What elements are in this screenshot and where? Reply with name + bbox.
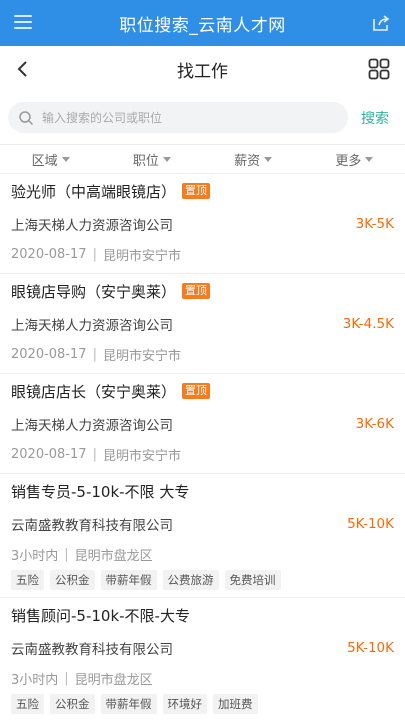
benefit-tags: 五险 公积金 带薪年假 环境好 加班费 [11, 692, 394, 722]
pinned-badge: 置顶 [182, 183, 211, 199]
filter-region[interactable]: 区域 [0, 145, 101, 173]
job-item[interactable]: 销售顾问-5-10k-不限-大专 云南盛教教育科技有限公司 5K-10K 3小时内… [0, 598, 405, 722]
company-name: 云南盛教教育科技有限公司 [11, 518, 173, 534]
job-title: 眼镜店导购（安宁奥莱） [11, 282, 177, 301]
job-title: 销售顾问-5-10k-不限-大专 [11, 606, 190, 625]
benefit-tag: 五险 [11, 570, 44, 590]
pinned-badge: 置顶 [182, 283, 211, 299]
job-location: 昆明市盘龙区 [74, 672, 153, 688]
salary: 5K-10K [347, 640, 394, 656]
divider: | [64, 670, 69, 686]
benefit-tag: 公费旅游 [162, 570, 219, 590]
pinned-badge: 置顶 [182, 383, 211, 399]
triangle-down-icon [61, 156, 70, 162]
benefit-tag: 带薪年假 [100, 694, 157, 714]
post-date: 3小时内 [11, 672, 59, 688]
job-list: 验光师（中高端眼镜店） 置顶 上海天梯人力资源咨询公司 3K-5K 2020-08-… [0, 174, 405, 722]
benefit-tag: 带薪年假 [100, 570, 157, 590]
job-location: 昆明市安宁市 [102, 448, 181, 464]
company-name: 上海天梯人力资源咨询公司 [11, 218, 173, 234]
salary: 3K-5K [355, 216, 394, 232]
job-location: 昆明市安宁市 [102, 248, 181, 264]
search-icon [19, 110, 34, 125]
back-icon[interactable] [12, 58, 34, 80]
filter-label: 更多 [335, 153, 362, 169]
company-name: 云南盛教教育科技有限公司 [11, 642, 173, 658]
menu-icon[interactable] [14, 15, 32, 31]
nav-bar: 找工作 [0, 46, 405, 92]
benefit-tag: 公积金 [50, 570, 95, 590]
post-date: 2020-08-17 [11, 246, 87, 262]
job-item[interactable]: 销售专员-5-10k-不限 大专 云南盛教教育科技有限公司 5K-10K 3小时内… [0, 474, 405, 598]
search-box[interactable] [8, 102, 348, 133]
benefit-tag: 免费培训 [224, 570, 281, 590]
divider: | [92, 246, 97, 262]
page-title: 找工作 [177, 61, 228, 82]
post-date: 2020-08-17 [11, 446, 87, 462]
filter-label: 职位 [132, 153, 159, 169]
filter-salary[interactable]: 薪资 [203, 145, 304, 173]
benefit-tags: 五险 公积金 带薪年假 公费旅游 免费培训 [11, 568, 394, 598]
benefit-tag: 公积金 [50, 694, 95, 714]
job-location: 昆明市盘龙区 [74, 548, 153, 564]
search-input[interactable] [42, 110, 332, 125]
grid-icon[interactable] [368, 58, 390, 80]
filter-bar: 区域 职位 薪资 更多 [0, 144, 405, 174]
filter-more[interactable]: 更多 [304, 145, 405, 173]
filter-label: 区域 [31, 153, 58, 169]
share-icon[interactable] [371, 13, 391, 33]
benefit-tag: 加班费 [213, 694, 258, 714]
triangle-down-icon [162, 156, 171, 162]
salary: 3K-4.5K [342, 316, 394, 332]
post-date: 2020-08-17 [11, 346, 87, 362]
search-button[interactable]: 搜索 [361, 108, 389, 128]
job-item[interactable]: 眼镜店店长（安宁奥莱） 置顶 上海天梯人力资源咨询公司 3K-6K 2020-08-… [0, 374, 405, 474]
job-title: 销售专员-5-10k-不限 大专 [11, 482, 190, 501]
job-title: 验光师（中高端眼镜店） [11, 182, 177, 201]
salary: 3K-6K [355, 416, 394, 432]
company-name: 上海天梯人力资源咨询公司 [11, 418, 173, 434]
job-location: 昆明市安宁市 [102, 348, 181, 364]
search-row: 搜索 [0, 96, 405, 140]
divider: | [92, 446, 97, 462]
benefit-tag: 环境好 [162, 694, 207, 714]
divider: | [64, 546, 69, 562]
app-title: 职位搜索_云南人才网 [119, 15, 286, 36]
company-name: 上海天梯人力资源咨询公司 [11, 318, 173, 334]
job-item[interactable]: 眼镜店导购（安宁奥莱） 置顶 上海天梯人力资源咨询公司 3K-4.5K 2020-0… [0, 274, 405, 374]
post-date: 3小时内 [11, 548, 59, 564]
benefit-tag: 五险 [11, 694, 44, 714]
job-title: 眼镜店店长（安宁奥莱） [11, 382, 177, 401]
salary: 5K-10K [347, 516, 394, 532]
divider: | [92, 346, 97, 362]
triangle-down-icon [264, 156, 273, 162]
job-item[interactable]: 验光师（中高端眼镜店） 置顶 上海天梯人力资源咨询公司 3K-5K 2020-08-… [0, 174, 405, 274]
app-header: 职位搜索_云南人才网 [0, 0, 405, 46]
triangle-down-icon [365, 156, 374, 162]
filter-position[interactable]: 职位 [101, 145, 202, 173]
filter-label: 薪资 [234, 153, 261, 169]
